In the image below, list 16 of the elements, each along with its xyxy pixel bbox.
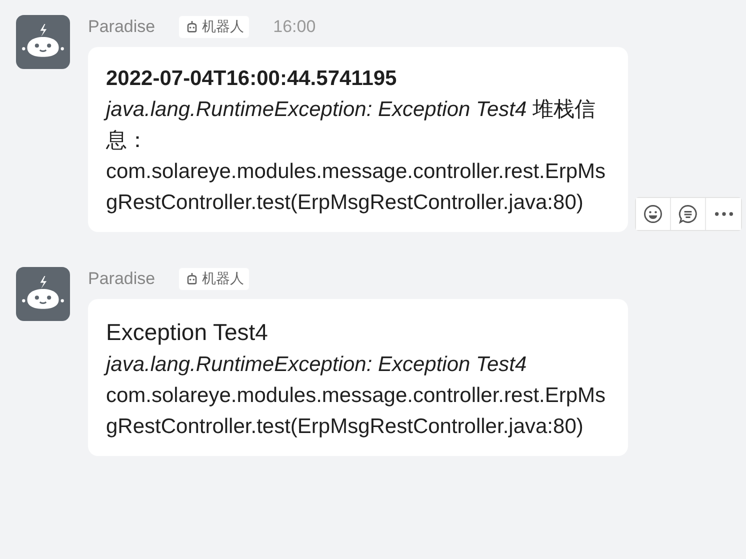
- sender-name: Paradise: [88, 17, 156, 37]
- message-text: com.solareye.modules.message.controller.rest.ErpMsgRestController.test(ErpMsgRestController.java:80): [106, 383, 607, 440]
- bot-badge: 机器人: [179, 268, 250, 290]
- message-title: Exception Test4: [106, 318, 269, 347]
- message-text: com.solareye.modules.message.controller.rest.ErpMsgRestController.test(ErpMsgRestController.java:80): [106, 159, 607, 216]
- robot-avatar-icon: [16, 267, 70, 321]
- sender-name: Paradise: [88, 269, 156, 289]
- smiley-icon: [642, 203, 664, 225]
- message-text: 2022-07-04T16:00:44.5741195: [106, 66, 398, 92]
- more-icon: [714, 212, 732, 216]
- message-time: 16:00: [273, 17, 316, 37]
- message-text: java.lang.RuntimeException: Exception Test4: [106, 349, 610, 380]
- speech-bubble-icon: [677, 203, 699, 225]
- robot-avatar-icon: [16, 15, 70, 69]
- emoji-button[interactable]: [636, 198, 671, 230]
- bot-badge: 机器人: [179, 16, 250, 38]
